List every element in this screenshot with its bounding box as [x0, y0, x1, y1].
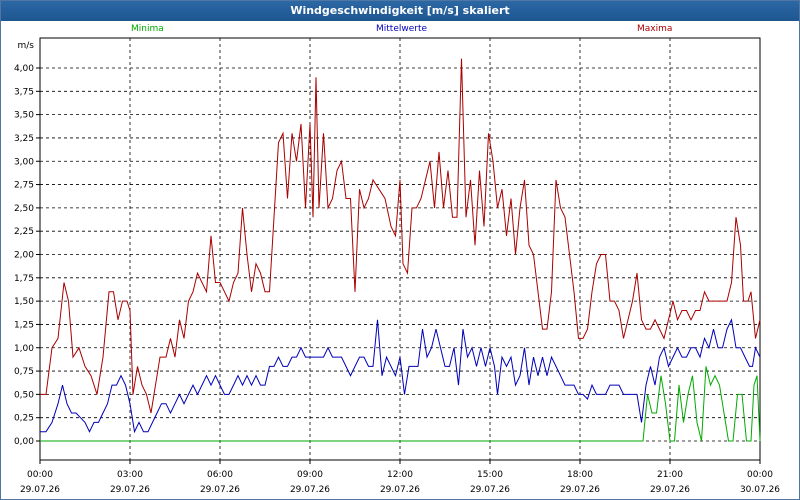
- y-tick-label: 1,00: [14, 344, 34, 354]
- x-tick-date: 29.07.26: [470, 485, 510, 495]
- x-tick-time: 00:00: [27, 470, 53, 480]
- y-axis-label: m/s: [18, 41, 35, 51]
- wind-speed-chart: 0,00 0,25 0,50 0,75 1,00 1,25 1,50 1,75 2,00 2,25…: [14, 37, 780, 495]
- y-tick-label: 0,50: [14, 390, 34, 400]
- y-tick-label: 3,25: [14, 134, 34, 144]
- y-tick-label: 2,25: [14, 227, 34, 237]
- x-tick-time: 00:00: [747, 470, 773, 480]
- y-tick-label: 1,75: [14, 274, 34, 284]
- y-tick-label: 3,50: [14, 111, 34, 121]
- y-tick-label: 0,00: [14, 437, 34, 447]
- x-tick-date: 29.07.26: [110, 485, 150, 495]
- x-tick-date: 30.07.26: [740, 485, 780, 495]
- x-tick-time: 18:00: [567, 470, 593, 480]
- y-tick-label: 1,25: [14, 320, 34, 330]
- x-tick-time: 03:00: [117, 470, 143, 480]
- y-tick-label: 1,50: [14, 297, 34, 307]
- x-tick-time: 06:00: [207, 470, 233, 480]
- x-tick-date: 29.07.26: [560, 485, 600, 495]
- y-tick-label: 2,00: [14, 251, 34, 261]
- x-tick-date: 29.07.26: [290, 485, 330, 495]
- x-tick-date: 29.07.26: [20, 485, 60, 495]
- x-tick-time: 21:00: [657, 470, 683, 480]
- y-tick-label: 2,75: [14, 181, 34, 191]
- x-tick-time: 09:00: [297, 470, 323, 480]
- x-tick-time: 15:00: [477, 470, 503, 480]
- y-tick-label: 0,25: [14, 414, 34, 424]
- x-tick-date: 29.07.26: [200, 485, 240, 495]
- x-tick-time: 12:00: [387, 470, 413, 480]
- y-tick-label: 2,50: [14, 204, 34, 214]
- y-tick-label: 3,00: [14, 157, 34, 167]
- y-tick-label: 4,00: [14, 64, 34, 74]
- y-tick-label: 0,75: [14, 367, 34, 377]
- y-tick-label: 3,75: [14, 87, 34, 97]
- x-tick-date: 29.07.26: [380, 485, 420, 495]
- x-tick-date: 29.07.26: [650, 485, 690, 495]
